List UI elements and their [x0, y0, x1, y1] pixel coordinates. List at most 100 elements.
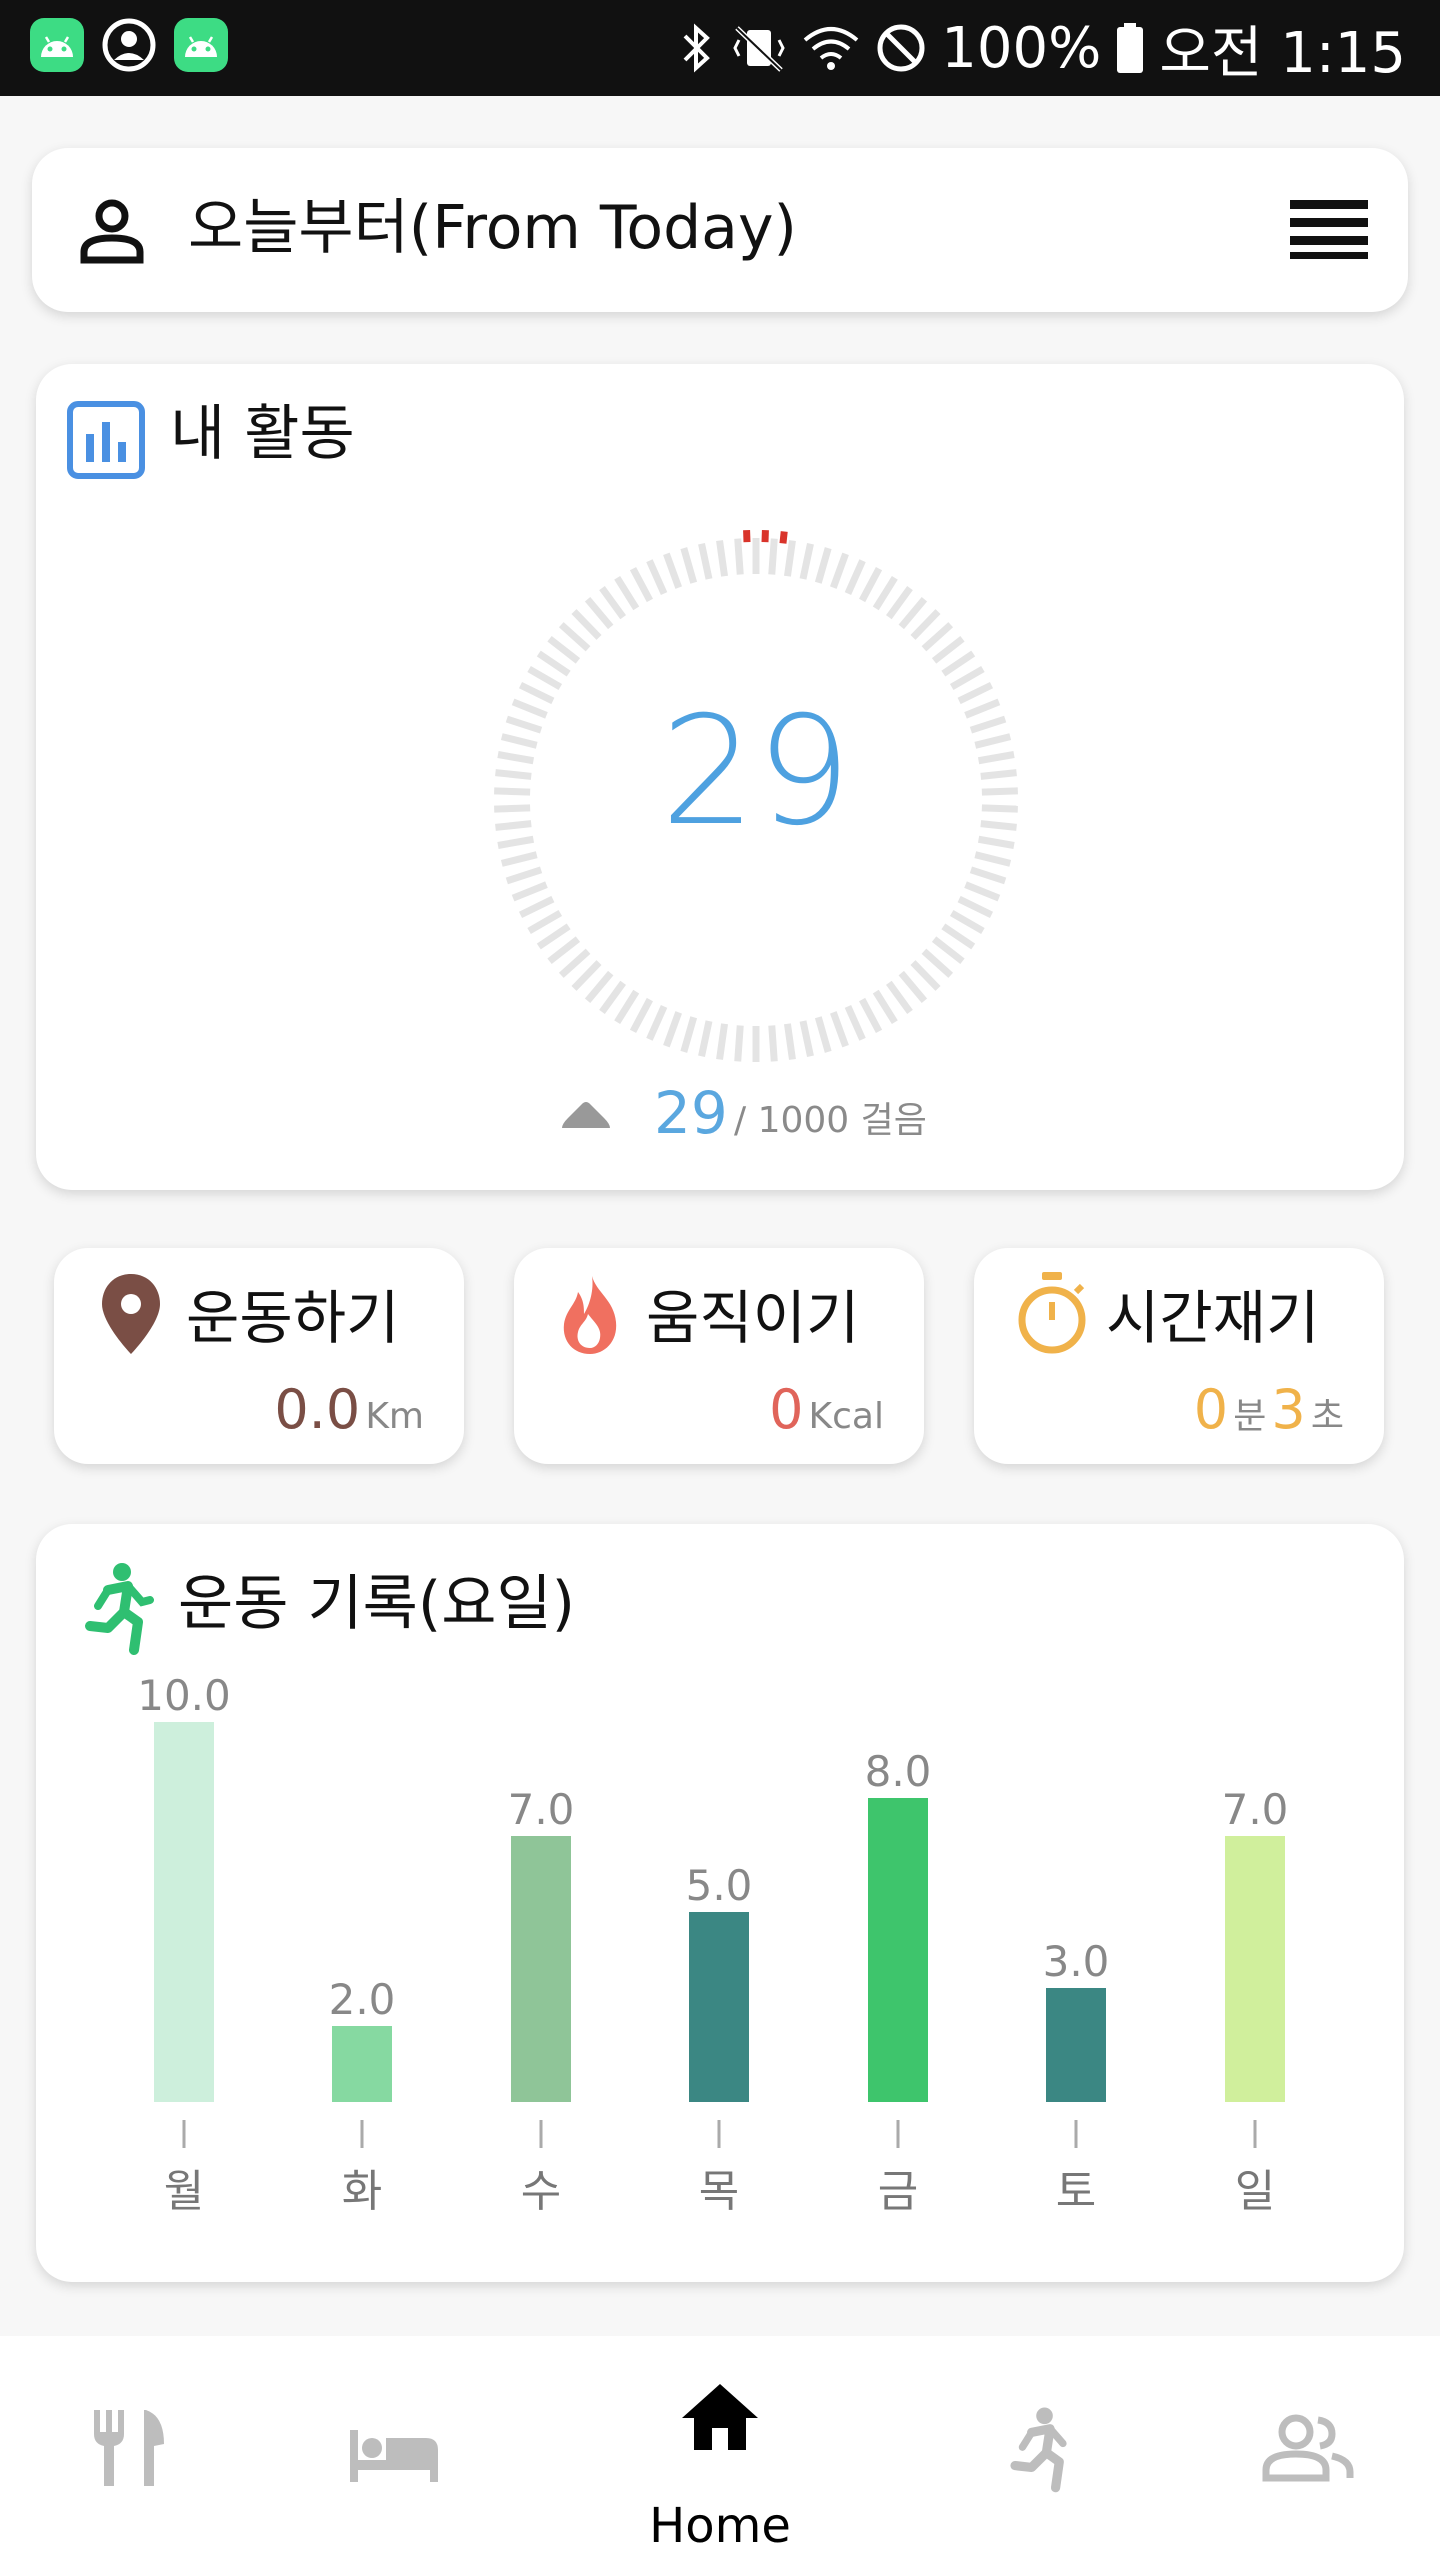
weekly-bar-chart: 10.0 월 2.0 화 7.0 수 5.0 목 8.0 금 3.0 토 7.0 일 [137, 1671, 1289, 2217]
ring-tick [527, 909, 563, 935]
ring-tick [505, 866, 543, 885]
stopwatch-icon [1018, 1272, 1086, 1354]
flame-icon [563, 1276, 617, 1354]
app-header: 오늘부터(From Today) [32, 148, 1408, 312]
x-axis-label: 토 [1056, 2166, 1096, 2217]
arrow-up-icon [562, 1102, 610, 1128]
ring-tick [949, 909, 985, 935]
x-axis-label: 월 [164, 2166, 204, 2217]
bar-value-label: 3.0 [1043, 1937, 1110, 1986]
bar-2 [511, 1836, 571, 2102]
ring-tick [571, 609, 602, 640]
location-pin-icon [102, 1274, 160, 1354]
x-axis-label: 일 [1235, 2166, 1275, 2217]
bar-value-label: 8.0 [865, 1747, 932, 1796]
ring-tick [614, 575, 640, 611]
ring-tick [768, 1025, 778, 1062]
ring-tick [734, 1025, 744, 1062]
battery-icon [1117, 23, 1144, 73]
bottom-navigation: Home [0, 2336, 1440, 2560]
minutes-unit: 분 [1233, 1396, 1267, 1437]
exercise-label: 운동하기 [186, 1284, 400, 1352]
ring-tick [584, 970, 614, 1003]
ring-tick [584, 597, 614, 630]
ring-tick [783, 540, 796, 577]
bar-0 [154, 1722, 214, 2102]
ring-tick [768, 538, 778, 575]
nav-sleep[interactable] [300, 2336, 500, 2560]
nav-friends[interactable] [1220, 2336, 1400, 2560]
app-title: 오늘부터(From Today) [188, 193, 797, 263]
nav-home[interactable]: Home [620, 2336, 820, 2560]
android-icon [174, 18, 228, 72]
menu-icon[interactable] [1290, 198, 1368, 260]
x-axis-label: 목 [699, 2166, 739, 2217]
ring-tick [646, 559, 668, 595]
ring-tick [921, 948, 954, 978]
battery-percent: 100% [941, 15, 1102, 81]
timer-value: 0 분 3 초 [1194, 1380, 1344, 1453]
steps-summary: 29 / 1000 걸음 [36, 1074, 1404, 1154]
ring-tick [941, 923, 976, 950]
ring-tick [964, 881, 1001, 902]
ring-tick [872, 575, 898, 611]
bar-value-label: 7.0 [1222, 1785, 1289, 1834]
ring-tick [680, 1016, 698, 1053]
android-icon [30, 18, 84, 72]
ring-tick [547, 635, 581, 664]
ring-tick [734, 538, 744, 575]
ring-tick [558, 948, 591, 978]
ring-tick [844, 559, 866, 595]
ring-tick [910, 609, 941, 640]
ring-tick [698, 1020, 713, 1058]
ring-tick [886, 980, 913, 1015]
move-value: 0 Kcal [769, 1380, 884, 1453]
ring-tick [969, 866, 1007, 885]
steps-goal: / 1000 걸음 [734, 1100, 927, 1141]
bluetooth-icon [683, 23, 711, 73]
bar-4 [868, 1798, 928, 2102]
exercise-record-card: 운동 기록(요일) 10.0 월 2.0 화 7.0 수 5.0 목 8.0 금 3.0 토 7.0 일 [36, 1524, 1404, 2282]
exercise-card[interactable]: 운동하기 0.0 Km [54, 1248, 464, 1464]
people-icon [1262, 2414, 1354, 2482]
clock: 오전 1:15 [1159, 20, 1406, 86]
ring-tick [830, 1011, 849, 1048]
seconds-value: 3 [1271, 1378, 1306, 1441]
timer-card[interactable]: 시간재기 0 분 3 초 [974, 1248, 1384, 1464]
restaurant-icon [94, 2410, 164, 2486]
distance-value: 0.0 [274, 1378, 361, 1441]
ring-tick [910, 960, 941, 991]
bar-5 [1046, 1988, 1106, 2102]
ring-tick [614, 989, 640, 1025]
ring-tick [898, 597, 928, 630]
ring-tick [663, 1011, 682, 1048]
bar-6 [1225, 1836, 1285, 2102]
move-label: 움직이기 [646, 1284, 860, 1352]
ring-tick [844, 1005, 866, 1041]
home-icon [682, 2384, 758, 2450]
x-axis-label: 금 [878, 2166, 918, 2217]
ring-tick [799, 542, 814, 580]
nav-meal[interactable] [40, 2336, 220, 2560]
wifi-icon [803, 27, 859, 70]
step-count: 29 [660, 685, 852, 859]
ring-tick [599, 980, 626, 1015]
vibrate-mute-icon [733, 26, 785, 72]
nav-home-label: Home [649, 2498, 791, 2554]
ring-tick [511, 881, 548, 902]
status-bar: 100% 오전 1:15 [0, 0, 1440, 96]
nav-exercise[interactable] [960, 2336, 1120, 2560]
ring-progress-marker [779, 531, 788, 544]
exercise-value: 0.0 Km [274, 1380, 424, 1453]
bar-value-label: 10.0 [137, 1671, 231, 1720]
ring-tick [716, 540, 729, 577]
user-icon[interactable] [76, 194, 148, 266]
ring-tick [536, 650, 571, 677]
bar-1 [332, 2026, 392, 2102]
ring-tick [571, 960, 602, 991]
move-card[interactable]: 움직이기 0 Kcal [514, 1248, 924, 1464]
ring-tick [558, 622, 591, 652]
ring-tick [680, 547, 698, 584]
ring-tick [698, 542, 713, 580]
minutes-value: 0 [1193, 1378, 1229, 1441]
